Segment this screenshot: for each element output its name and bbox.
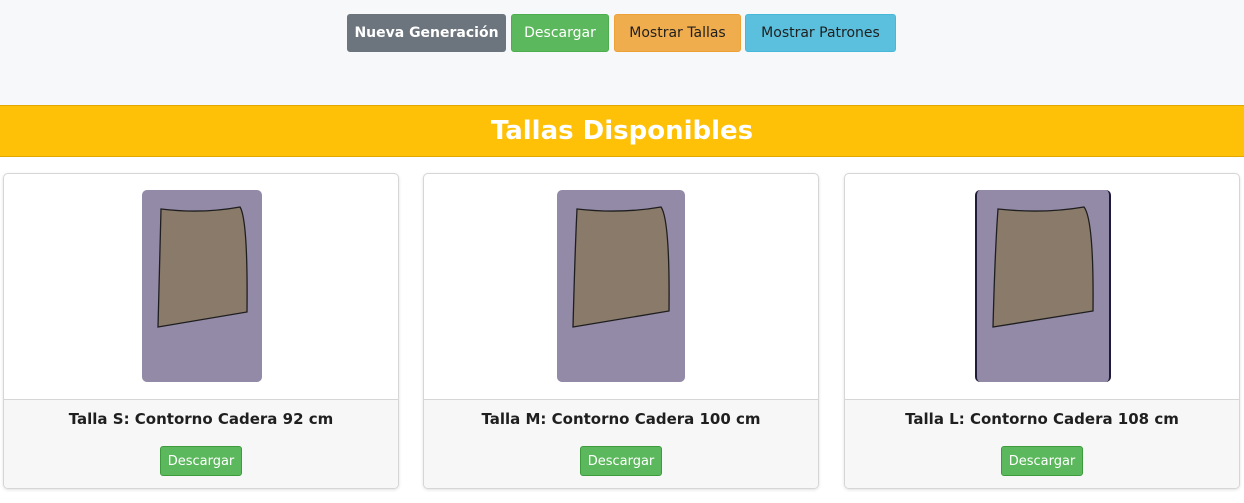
skirt-pattern-icon	[992, 206, 1094, 328]
show-patterns-button[interactable]: Mostrar Patrones	[745, 14, 896, 52]
pattern-image-m	[557, 190, 685, 382]
sizes-banner: Tallas Disponibles	[0, 105, 1244, 157]
size-card-s: Talla S: Contorno Cadera 92 cm Descargar	[3, 173, 399, 489]
download-size-l-button[interactable]: Descargar	[1001, 446, 1083, 476]
size-label: Talla S: Contorno Cadera 92 cm	[68, 410, 334, 428]
card-footer: Talla L: Contorno Cadera 108 cm Descarga…	[845, 399, 1239, 488]
card-body	[4, 174, 398, 399]
download-button[interactable]: Descargar	[511, 14, 609, 52]
skirt-pattern-icon	[157, 206, 248, 328]
size-label: Talla L: Contorno Cadera 108 cm	[905, 410, 1179, 428]
size-card-l: Talla L: Contorno Cadera 108 cm Descarga…	[844, 173, 1240, 489]
banner-title: Tallas Disponibles	[490, 116, 754, 146]
skirt-pattern-icon	[572, 206, 670, 328]
card-body	[845, 174, 1239, 399]
show-sizes-button[interactable]: Mostrar Tallas	[614, 14, 741, 52]
toolbar: Nueva Generación Descargar Mostrar Talla…	[0, 14, 1244, 52]
pattern-image-l	[975, 190, 1111, 382]
card-footer: Talla S: Contorno Cadera 92 cm Descargar	[4, 399, 398, 488]
card-body	[424, 174, 818, 399]
card-footer: Talla M: Contorno Cadera 100 cm Descarga…	[424, 399, 818, 488]
download-size-m-button[interactable]: Descargar	[580, 446, 662, 476]
size-label: Talla M: Contorno Cadera 100 cm	[481, 410, 761, 428]
new-generation-button[interactable]: Nueva Generación	[347, 14, 506, 52]
top-toolbar-area: Nueva Generación Descargar Mostrar Talla…	[0, 0, 1244, 105]
size-card-m: Talla M: Contorno Cadera 100 cm Descarga…	[423, 173, 819, 489]
pattern-image-s	[142, 190, 262, 382]
download-size-s-button[interactable]: Descargar	[160, 446, 242, 476]
